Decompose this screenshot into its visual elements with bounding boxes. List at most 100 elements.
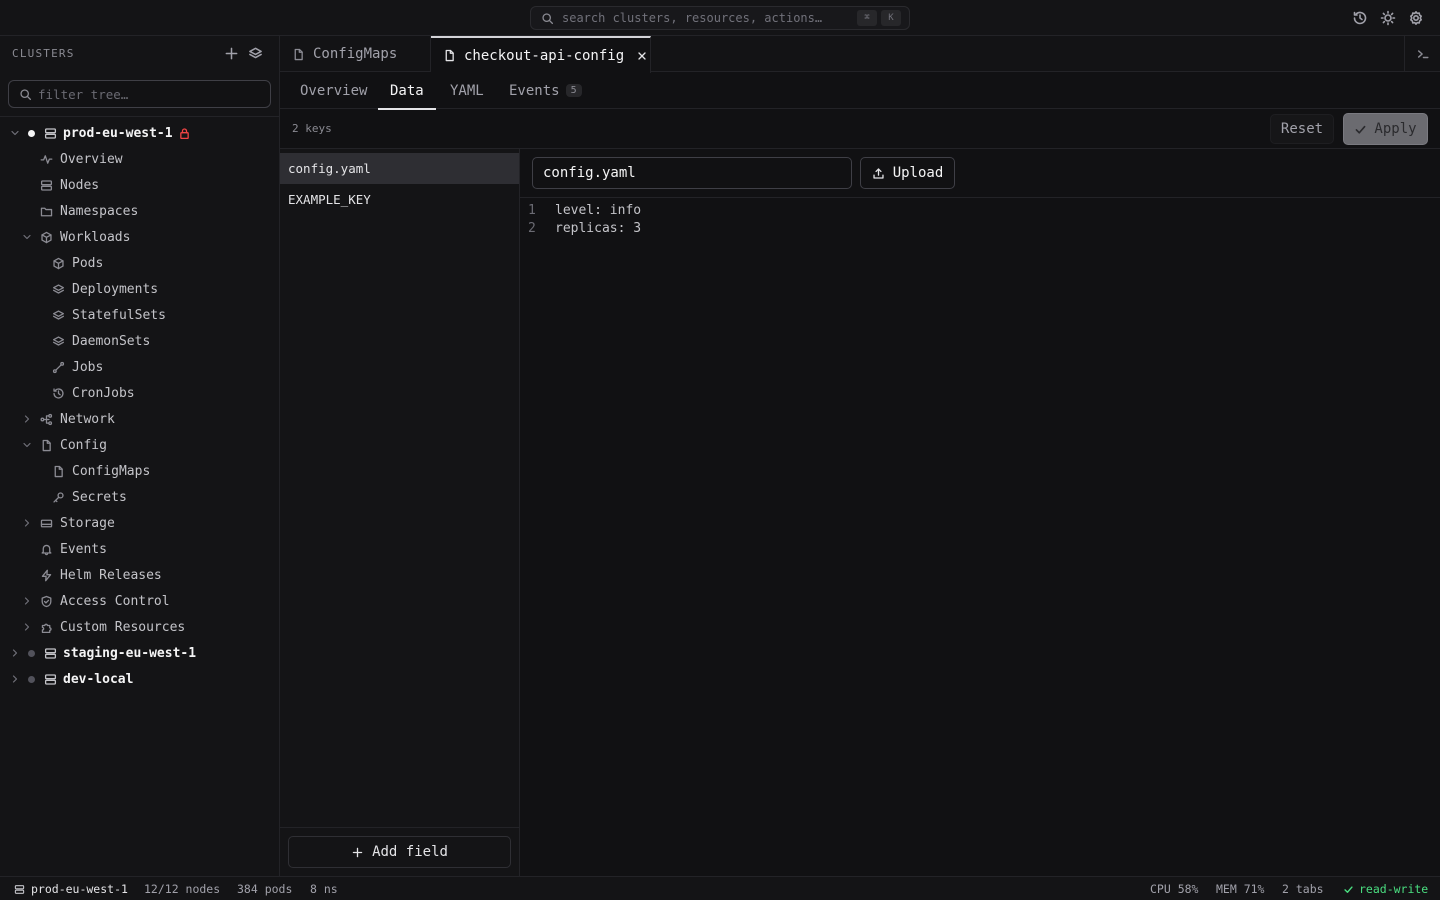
sidebar-header: CLUSTERS	[12, 47, 75, 60]
tree-label: Config	[60, 437, 107, 453]
terminal-toggle[interactable]	[1404, 36, 1440, 72]
tree-item[interactable]: StatefulSets	[0, 302, 279, 328]
key-item[interactable]: config.yaml	[280, 153, 519, 184]
tree-item[interactable]: Jobs	[0, 354, 279, 380]
layers-icon	[52, 309, 65, 322]
chevron-right-icon[interactable]	[21, 517, 33, 529]
layers-icon[interactable]	[248, 46, 264, 62]
tree-label: Helm Releases	[60, 567, 162, 583]
chevron-right-icon[interactable]	[21, 413, 33, 425]
tree-label: Jobs	[72, 359, 104, 375]
shortcut-key-cmd: ⌘	[857, 10, 877, 26]
tree-item[interactable]: Namespaces	[0, 198, 279, 224]
subtab-yaml[interactable]: YAML	[450, 72, 484, 109]
cluster-status-dot	[28, 649, 35, 657]
tree-item[interactable]: Events	[0, 536, 279, 562]
activity-icon	[40, 153, 53, 166]
sidebar: CLUSTERS prod-eu-west-1 Overview Nodes Name…	[0, 36, 280, 876]
search-icon	[19, 88, 32, 101]
tree-item[interactable]: Workloads	[0, 224, 279, 250]
tab-configmaps[interactable]: ConfigMaps	[280, 36, 431, 72]
tree-item[interactable]: Config	[0, 432, 279, 458]
tree-cluster[interactable]: dev-local	[0, 666, 279, 692]
subtab-overview[interactable]: Overview	[300, 72, 367, 109]
tree-item[interactable]: Access Control	[0, 588, 279, 614]
chevron-down-icon[interactable]	[9, 127, 21, 139]
theme-sun-icon[interactable]	[1380, 10, 1396, 26]
key-name-input[interactable]	[532, 157, 852, 189]
filter-tree[interactable]	[8, 80, 271, 108]
chevron-right-icon[interactable]	[9, 673, 21, 685]
keys-count: 2 keys	[292, 122, 332, 135]
settings-gear-icon[interactable]	[1408, 10, 1424, 26]
tree-label: Network	[60, 411, 115, 427]
file-icon	[443, 49, 456, 62]
tab-checkout-api-config[interactable]: checkout-api-config	[431, 36, 651, 73]
chevron-down-icon[interactable]	[21, 439, 33, 451]
code-editor[interactable]: 1 level: info 2 replicas: 3	[520, 201, 1440, 871]
tree-item[interactable]: DaemonSets	[0, 328, 279, 354]
tree-item[interactable]: Deployments	[0, 276, 279, 302]
tree-item[interactable]: Helm Releases	[0, 562, 279, 588]
divider	[0, 116, 279, 117]
tab-bar: ConfigMaps checkout-api-config	[280, 36, 1440, 73]
chevron-right-icon[interactable]	[21, 621, 33, 633]
add-field-label: Add field	[372, 844, 448, 860]
tree-label: Workloads	[60, 229, 131, 245]
key-name: config.yaml	[288, 161, 371, 176]
server-icon	[44, 647, 57, 660]
code-line: 1 level: info	[520, 203, 1420, 221]
tree-item[interactable]: CronJobs	[0, 380, 279, 406]
subtab-data[interactable]: Data	[378, 72, 436, 110]
status-mode-label: read-write	[1359, 882, 1429, 896]
history-icon	[52, 387, 65, 400]
filter-tree-input[interactable]	[38, 86, 270, 102]
bell-icon	[40, 543, 53, 556]
tree-item[interactable]: Nodes	[0, 172, 279, 198]
tree-label: Access Control	[60, 593, 170, 609]
reset-button[interactable]: Reset	[1270, 114, 1334, 144]
subtab-events[interactable]: Events 5	[509, 72, 582, 109]
check-icon	[1354, 123, 1374, 136]
chevron-right-icon[interactable]	[21, 595, 33, 607]
add-field-button[interactable]: Add field	[288, 836, 511, 868]
chevron-right-icon[interactable]	[9, 647, 21, 659]
add-cluster-icon[interactable]	[224, 46, 240, 62]
tree-label: StatefulSets	[72, 307, 166, 323]
tree-item[interactable]: Custom Resources	[0, 614, 279, 640]
tree-label: prod-eu-west-1	[63, 125, 173, 141]
tree-label: Overview	[60, 151, 123, 167]
tree-item[interactable]: Overview	[0, 146, 279, 172]
close-icon[interactable]	[636, 50, 648, 62]
tree-cluster[interactable]: prod-eu-west-1	[0, 120, 279, 146]
server-icon	[14, 884, 31, 895]
key-icon	[52, 491, 65, 504]
upload-button[interactable]: Upload	[860, 157, 955, 189]
tree-item[interactable]: Secrets	[0, 484, 279, 510]
tree-label: ConfigMaps	[72, 463, 151, 479]
tree-item[interactable]: Network	[0, 406, 279, 432]
tree-cluster[interactable]: staging-eu-west-1	[0, 640, 279, 666]
line-number: 1	[528, 203, 536, 218]
tree-item[interactable]: Pods	[0, 250, 279, 276]
status-bar: prod-eu-west-1 12/12 nodes 384 pods 8 ns…	[0, 876, 1440, 900]
chevron-down-icon[interactable]	[21, 231, 33, 243]
status-cluster: prod-eu-west-1	[14, 882, 128, 896]
global-search[interactable]: ⌘ K	[530, 6, 910, 30]
server-icon	[40, 179, 53, 192]
tree-item[interactable]: Storage	[0, 510, 279, 536]
tab-label: ConfigMaps	[313, 46, 398, 62]
tree-item[interactable]: ConfigMaps	[0, 458, 279, 484]
file-icon	[52, 465, 65, 478]
subtab-label: Overview	[300, 82, 368, 99]
plus-icon	[351, 846, 372, 859]
status-mode: read-write	[1343, 882, 1428, 896]
cube-icon	[52, 257, 65, 270]
resource-subtabs: Overview Data YAML Events 5	[280, 72, 1440, 110]
search-input[interactable]	[562, 11, 853, 25]
history-icon[interactable]	[1352, 10, 1368, 26]
tab-label: checkout-api-config	[464, 47, 625, 64]
apply-button[interactable]: Apply	[1343, 113, 1428, 145]
key-item[interactable]: EXAMPLE_KEY	[280, 184, 519, 215]
server-icon	[44, 673, 57, 686]
